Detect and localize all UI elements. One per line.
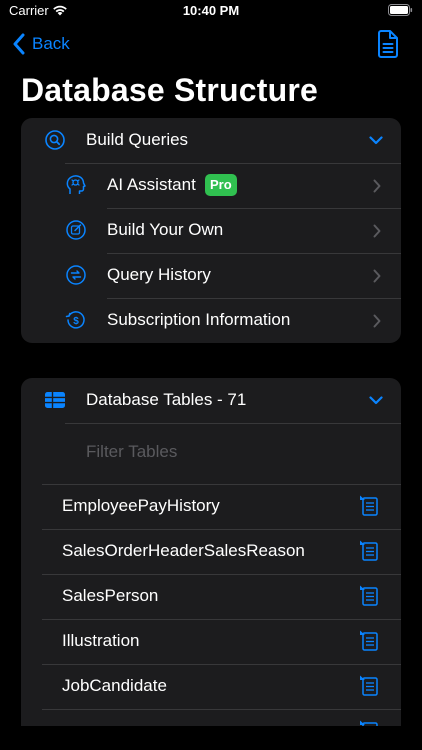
back-button[interactable]: Back [12, 31, 70, 57]
table-details-icon[interactable] [359, 630, 381, 652]
table-name: SalesOrderHeaderSalesReason [62, 541, 305, 560]
svg-text:$: $ [73, 316, 79, 327]
table-name: SalesPerson [62, 586, 159, 605]
table-name: Illustration [62, 631, 140, 650]
table-name: EmployeePayHistory [62, 496, 220, 515]
chevron-down-icon [369, 136, 383, 145]
ai-brain-icon [66, 175, 86, 194]
chevron-left-icon [13, 33, 25, 55]
pro-badge: Pro [205, 174, 237, 196]
filter-tables-input[interactable] [86, 438, 386, 466]
sidebar-item-build-your-own[interactable]: Build Your Own [21, 208, 401, 253]
subscription-label: Subscription Information [107, 310, 291, 329]
search-circle-icon [45, 130, 65, 150]
back-label: Back [32, 34, 70, 53]
query-history-label: Query History [107, 265, 211, 284]
document-icon[interactable] [376, 30, 400, 58]
table-grid-icon [45, 392, 65, 408]
table-details-icon[interactable] [359, 720, 381, 726]
table-row[interactable]: JobCandidate [21, 664, 401, 709]
page-title: Database Structure [21, 72, 319, 108]
divider [65, 423, 401, 424]
table-row[interactable]: SalesOrderHeaderSalesReason [21, 529, 401, 574]
table-details-icon[interactable] [359, 585, 381, 607]
table-row[interactable]: Illustration [21, 619, 401, 664]
dollar-refresh-icon: $ [65, 311, 85, 329]
database-tables-label: Database Tables - 71 [86, 390, 247, 409]
table-row[interactable]: EmployeePayHistory [21, 484, 401, 529]
tables-card: Database Tables - 71 EmployeePayHistory … [21, 378, 401, 726]
table-row[interactable] [21, 709, 401, 726]
build-queries-header[interactable]: Build Queries [21, 118, 401, 163]
table-details-icon[interactable] [359, 675, 381, 697]
status-bar: Carrier 10:40 PM [0, 0, 422, 24]
history-icon [66, 265, 86, 285]
table-name: JobCandidate [62, 676, 167, 695]
clock: 10:40 PM [182, 3, 240, 18]
ai-assistant-label: AI Assistant [107, 175, 196, 194]
chevron-right-icon [373, 269, 381, 283]
edit-square-icon [66, 220, 86, 240]
queries-card: Build Queries AI Assistant Pro Build You… [21, 118, 401, 343]
sidebar-item-subscription[interactable]: $ Subscription Information [21, 298, 401, 343]
database-tables-header[interactable]: Database Tables - 71 [21, 378, 401, 423]
chevron-right-icon [373, 224, 381, 238]
build-your-own-label: Build Your Own [107, 220, 224, 239]
sidebar-item-query-history[interactable]: Query History [21, 253, 401, 298]
chevron-right-icon [373, 314, 381, 328]
battery-icon [388, 4, 413, 16]
chevron-right-icon [373, 179, 381, 193]
table-details-icon[interactable] [359, 540, 381, 562]
build-queries-label: Build Queries [86, 130, 189, 149]
table-row[interactable]: SalesPerson [21, 574, 401, 619]
chevron-down-icon [369, 396, 383, 405]
sidebar-item-ai-assistant[interactable]: AI Assistant Pro [21, 163, 401, 208]
table-details-icon[interactable] [359, 495, 381, 517]
